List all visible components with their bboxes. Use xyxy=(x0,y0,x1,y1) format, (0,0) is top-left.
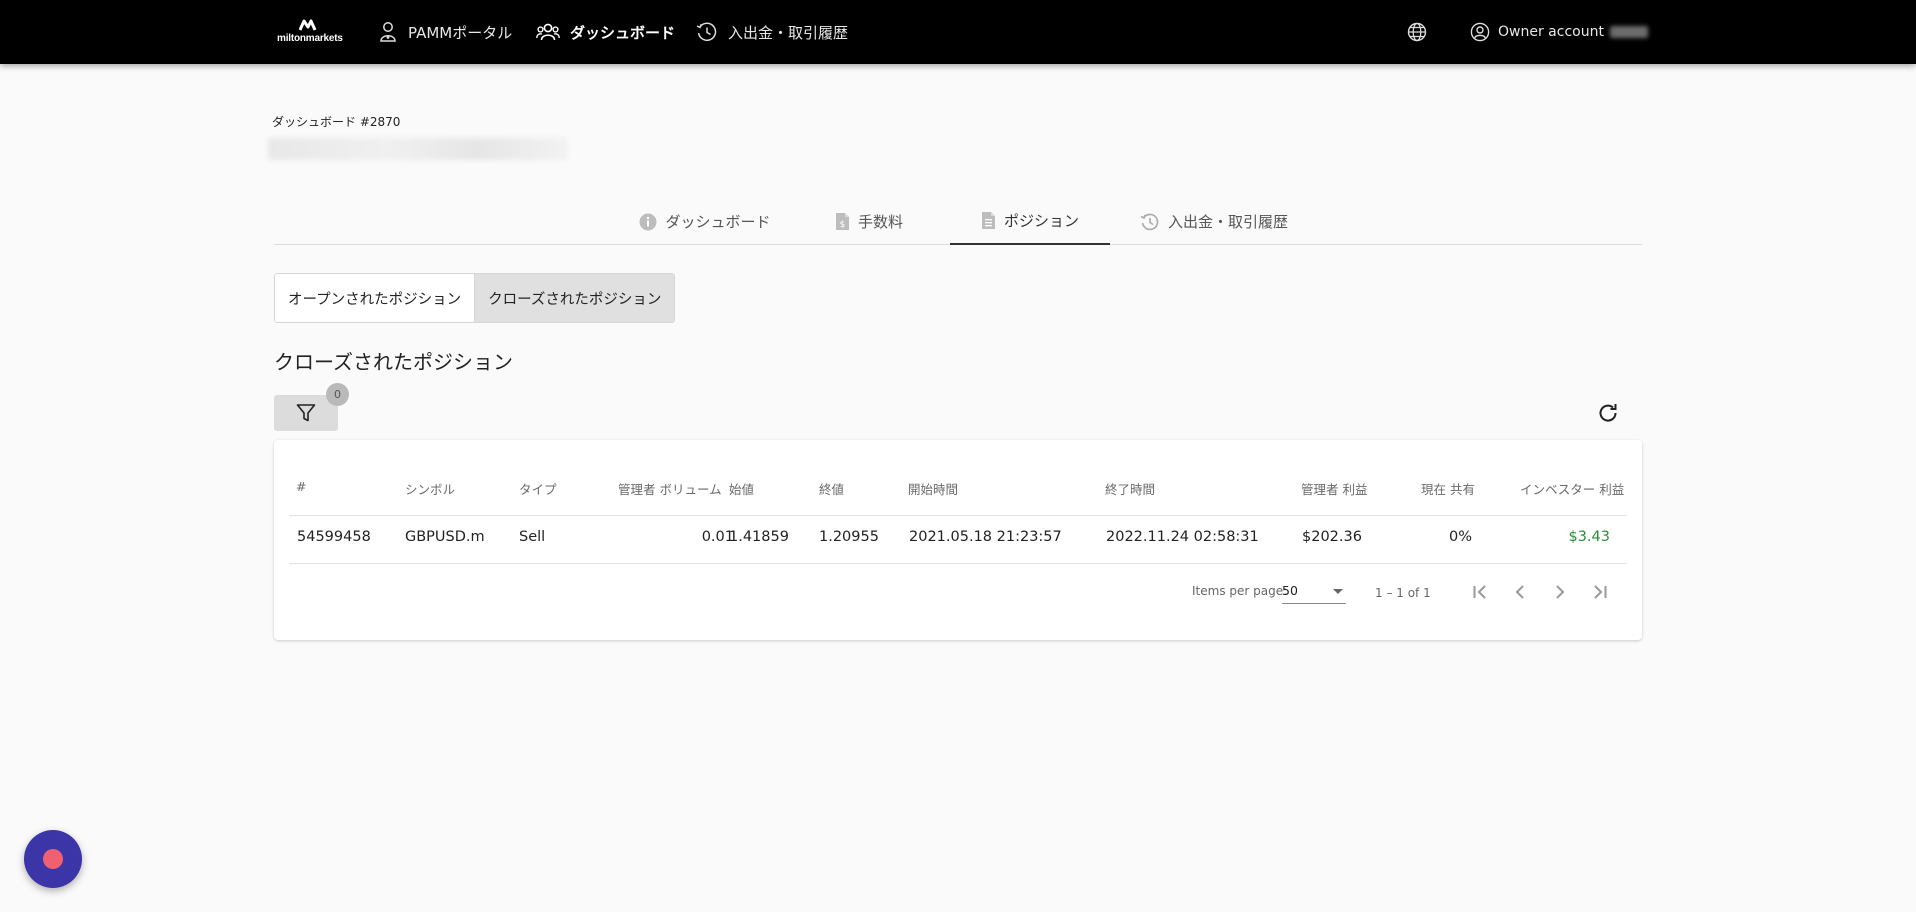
tab-label: ダッシュボード xyxy=(665,213,771,231)
page-range-label: 1 – 1 of 1 xyxy=(1375,586,1431,600)
next-page-icon[interactable] xyxy=(1548,580,1572,604)
column-header-close-price[interactable]: 終値 xyxy=(819,479,844,498)
nav-item-transaction-history[interactable]: 入出金・取引履歴 xyxy=(696,0,848,64)
dollar-document-icon: $ xyxy=(835,213,849,230)
open-positions-button[interactable]: オープンされたポジション xyxy=(275,274,475,322)
cell-open-time: 2021.05.18 21:23:57 xyxy=(909,529,1062,545)
last-page-icon[interactable] xyxy=(1588,580,1612,604)
column-header-open-time[interactable]: 開始時間 xyxy=(908,479,958,498)
account-label: Owner account xyxy=(1498,24,1604,40)
column-header-symbol[interactable]: シンボル xyxy=(405,479,455,498)
account-circle-icon xyxy=(1470,22,1490,42)
nav-item-label: PAMMポータル xyxy=(408,23,513,42)
tab-dashboard[interactable]: ダッシュボード xyxy=(630,198,780,245)
tab-label: ポジション xyxy=(1003,212,1079,230)
page-subtitle-redacted xyxy=(268,138,568,160)
svg-text:$: $ xyxy=(840,220,846,230)
account-menu[interactable]: Owner account xyxy=(1470,0,1648,64)
nav-item-pamm-portal[interactable]: PAMMポータル xyxy=(378,0,512,64)
filter-icon xyxy=(296,404,316,422)
page-size-value: 50 xyxy=(1282,583,1298,598)
tab-transaction-history[interactable]: 入出金・取引履歴 xyxy=(1134,198,1294,245)
first-page-icon[interactable] xyxy=(1468,580,1492,604)
column-header-share[interactable]: 現在 共有 xyxy=(1421,479,1475,498)
logo-text: miltonmarkets xyxy=(277,33,343,44)
globe-icon[interactable] xyxy=(1407,22,1427,42)
cell-id: 54599458 xyxy=(297,529,371,545)
users-icon xyxy=(536,23,560,41)
cell-close-price: 1.20955 xyxy=(819,529,879,545)
section-title: クローズされたポジション xyxy=(274,350,513,374)
info-icon xyxy=(639,213,657,230)
tab-positions[interactable]: ポジション xyxy=(950,198,1110,245)
logo-mark-icon xyxy=(299,19,317,31)
column-header-volume[interactable]: 管理者 ボリューム xyxy=(618,479,722,498)
history-icon xyxy=(1140,213,1159,230)
column-header-type[interactable]: タイプ xyxy=(519,479,557,498)
dashboard-tabs: ダッシュボード $ 手数料 ポジション 入出金・取引履歴 xyxy=(274,198,1642,245)
cell-type: Sell xyxy=(519,529,546,545)
filter-count-badge: 0 xyxy=(326,383,349,406)
page-size-select[interactable]: 50 xyxy=(1282,578,1346,604)
document-icon xyxy=(981,212,995,229)
cell-volume: 0.01 xyxy=(701,529,734,545)
user-icon xyxy=(380,22,396,42)
closed-positions-table: # シンボル タイプ 管理者 ボリューム 始値 終値 開始時間 終了時間 管理者… xyxy=(274,440,1642,640)
top-navigation-bar: miltonmarkets PAMMポータル ダッシュボード 入出金・取引履歴 xyxy=(0,0,1916,64)
tab-commission[interactable]: $ 手数料 xyxy=(814,198,924,245)
column-header-id[interactable]: # xyxy=(296,479,306,494)
cell-close-time: 2022.11.24 02:58:31 xyxy=(1106,529,1259,545)
items-per-page-label: Items per page: xyxy=(1192,584,1288,598)
history-icon xyxy=(696,22,717,42)
refresh-icon[interactable] xyxy=(1596,401,1620,425)
cell-investor-profit: $3.43 xyxy=(1568,529,1610,545)
nav-item-dashboard[interactable]: ダッシュボード xyxy=(536,0,675,64)
tab-label: 入出金・取引履歴 xyxy=(1167,213,1288,231)
column-header-investor-profit[interactable]: インベスター 利益 xyxy=(1520,479,1624,498)
dropdown-caret-icon xyxy=(1333,589,1343,594)
nav-item-label: 入出金・取引履歴 xyxy=(728,23,849,42)
column-header-open-price[interactable]: 始値 xyxy=(729,479,754,498)
nav-item-label: ダッシュボード xyxy=(570,23,676,42)
cell-open-price: 1.41859 xyxy=(729,529,789,545)
support-chat-button[interactable] xyxy=(24,830,82,888)
row-divider xyxy=(289,563,1627,564)
closed-positions-button[interactable]: クローズされたポジション xyxy=(474,274,675,322)
previous-page-icon[interactable] xyxy=(1508,580,1532,604)
cell-manager-profit: $202.36 xyxy=(1302,529,1362,545)
brand-logo[interactable]: miltonmarkets xyxy=(277,18,343,46)
column-header-manager-profit[interactable]: 管理者 利益 xyxy=(1301,479,1367,498)
position-status-toggle: オープンされたポジション クローズされたポジション xyxy=(274,273,676,323)
account-number-redacted xyxy=(1609,26,1648,38)
cell-symbol: GBPUSD.m xyxy=(405,529,485,545)
column-header-close-time[interactable]: 終了時間 xyxy=(1105,479,1155,498)
header-divider xyxy=(289,515,1627,516)
page-title: ダッシュボード #2870 xyxy=(272,115,401,129)
cell-share: 0% xyxy=(1448,529,1472,545)
status-dot-icon xyxy=(43,849,63,869)
tab-label: 手数料 xyxy=(857,213,903,231)
